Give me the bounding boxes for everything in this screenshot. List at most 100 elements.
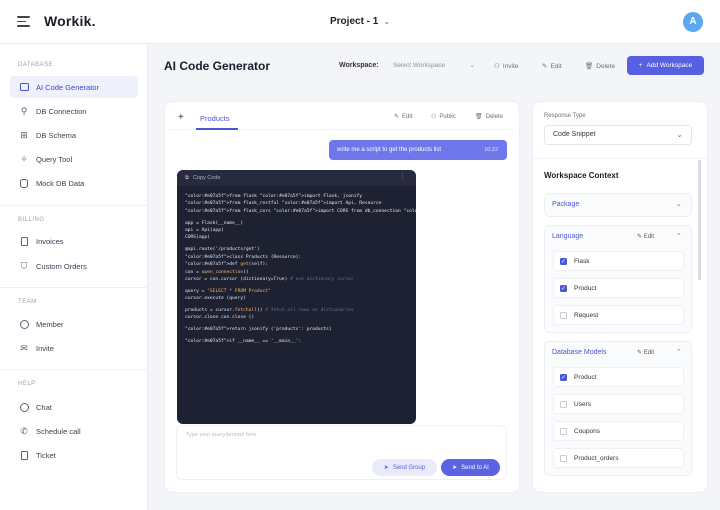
- code-line: "color:#e07a5f">class Products (Resource…: [185, 254, 302, 260]
- phone-icon: ✆: [20, 425, 28, 436]
- sidebar-item-db-schema[interactable]: ⊞ DB Schema: [10, 124, 138, 146]
- code-line: "color:#e07a5f">if __name__ == '__main__…: [185, 339, 302, 345]
- sidebar-item-query-tool[interactable]: ✧ Query Tool: [10, 148, 138, 170]
- connection-icon: ⚲: [20, 105, 28, 116]
- copy-code-button[interactable]: Copy Code: [193, 175, 221, 181]
- sidebar-section-team: TEAM: [18, 299, 37, 305]
- more-icon[interactable]: ⋮: [399, 172, 406, 180]
- checkbox[interactable]: ✓: [560, 373, 567, 381]
- context-scrollbar[interactable]: [698, 160, 701, 280]
- sidebar-item-chat[interactable]: Chat: [10, 396, 138, 418]
- sidebar-item-member[interactable]: Member: [10, 313, 138, 335]
- invoice-icon: [19, 236, 29, 246]
- chevron-up-icon[interactable]: ⌃: [676, 348, 682, 356]
- language-edit-button[interactable]: ✎ Edit: [637, 233, 654, 240]
- delete-workspace-button[interactable]: 🗑 Delete: [585, 58, 615, 74]
- copy-icon[interactable]: ⧉: [185, 175, 189, 182]
- user-message-text: write me a script to get the products li…: [337, 147, 442, 153]
- chevron-down-icon: ⌄: [383, 17, 391, 26]
- send-group-label: Send Group: [392, 464, 426, 471]
- code-line: cursor.close con.close (): [185, 315, 255, 321]
- sidebar-divider: [0, 369, 148, 370]
- delete-chat-button[interactable]: 🗑 Delete: [475, 113, 503, 121]
- code-line: "color:#e07a5f">from flask "color:#e07a5…: [185, 194, 363, 199]
- response-type-label: Response Type: [544, 113, 586, 119]
- sidebar-item-invite[interactable]: ✉ Invite: [10, 337, 138, 359]
- trash-icon: 🗑: [475, 114, 483, 120]
- response-type-value: Code Snippet: [553, 131, 596, 138]
- send-icon: ➤: [452, 465, 458, 471]
- chevron-up-icon[interactable]: ⌃: [676, 232, 682, 240]
- public-button[interactable]: ⚇ Public: [431, 113, 456, 121]
- project-name: Project - 1: [330, 16, 379, 27]
- model-option-users[interactable]: Users: [553, 394, 684, 414]
- menu-icon[interactable]: [17, 16, 30, 30]
- message-time: 10:22: [484, 147, 498, 153]
- workspace-select[interactable]: Select Workspace ⌄: [386, 56, 482, 76]
- panel-divider: [532, 158, 708, 159]
- sidebar-divider: [0, 205, 148, 206]
- option-label: Product_orders: [574, 454, 619, 462]
- model-option-coupons[interactable]: Coupons: [553, 421, 684, 441]
- chat-icon: [19, 402, 29, 412]
- package-label: Package: [552, 201, 580, 208]
- code-block: ⧉ Copy Code ⋮ "color:#e07a5f">from flask…: [177, 170, 416, 424]
- new-tab-button[interactable]: +: [178, 112, 184, 123]
- sidebar-item-schedule-call[interactable]: ✆ Schedule call: [10, 420, 138, 442]
- sidebar-item-custom-orders[interactable]: ⛉ Custom Orders: [10, 255, 138, 277]
- checkbox[interactable]: [560, 427, 567, 435]
- language-option-product[interactable]: ✓ Product: [553, 278, 684, 298]
- sidebar-item-label: Mock DB Data: [36, 178, 85, 188]
- sidebar-item-invoices[interactable]: Invoices: [10, 230, 138, 252]
- tab-products[interactable]: Products: [200, 114, 230, 123]
- plus-icon: +: [638, 62, 643, 69]
- send-to-ai-button[interactable]: ➤ Send to AI: [441, 459, 500, 476]
- ticket-icon: [19, 450, 29, 460]
- checkbox[interactable]: [560, 311, 567, 319]
- sidebar-item-mock-db-data[interactable]: Mock DB Data: [10, 172, 138, 194]
- model-option-product-orders[interactable]: Product_orders: [553, 448, 684, 468]
- checkbox[interactable]: ✓: [560, 284, 567, 292]
- database-models-edit-button[interactable]: ✎ Edit: [637, 349, 654, 356]
- edit-chat-button[interactable]: ✎ Edit: [394, 113, 413, 121]
- sidebar-item-ticket[interactable]: Ticket: [10, 444, 138, 466]
- project-selector[interactable]: Project - 1 ⌄: [330, 16, 390, 27]
- option-label: Users: [574, 400, 591, 408]
- language-label: Language: [552, 233, 584, 240]
- edit-workspace-button[interactable]: ✎ Edit: [542, 58, 562, 74]
- trash-icon: 🗑: [585, 63, 594, 70]
- code-line: products = cursor.fetchall() # fetch all…: [185, 308, 354, 314]
- edit-label: Edit: [402, 113, 413, 120]
- avatar[interactable]: A: [683, 12, 703, 32]
- option-label: Request: [574, 311, 599, 319]
- workspace-context-title: Workspace Context: [544, 171, 619, 180]
- send-group-button[interactable]: ➤ Send Group: [372, 459, 437, 476]
- checkbox[interactable]: [560, 454, 567, 462]
- edit-label: Edit: [550, 62, 562, 70]
- code-line: con = open_connection(): [185, 269, 249, 275]
- invite-button[interactable]: ⚇ Invite: [494, 58, 518, 74]
- language-option-request[interactable]: Request: [553, 305, 684, 325]
- response-type-select[interactable]: Code Snippet ⌄: [544, 125, 692, 145]
- language-option-flask[interactable]: ✓ Flask: [553, 251, 684, 271]
- checkbox[interactable]: ✓: [560, 257, 567, 265]
- code-generator-icon: [19, 82, 29, 92]
- sidebar-item-label: AI Code Generator: [36, 82, 99, 92]
- code-line: app = Flask(__name__): [185, 220, 244, 226]
- top-bar: Workik. Project - 1 ⌄ A: [0, 0, 720, 44]
- checkbox[interactable]: [560, 400, 567, 408]
- add-workspace-button[interactable]: + Add Workspace: [627, 56, 704, 75]
- chevron-down-icon[interactable]: ⌄: [676, 200, 682, 208]
- code-body: "color:#e07a5f">from flask "color:#e07a5…: [177, 186, 416, 353]
- model-option-product[interactable]: ✓ Product: [553, 367, 684, 387]
- code-line: cursor.execute (query): [185, 296, 246, 302]
- sidebar-item-db-connection[interactable]: ⚲ DB Connection: [10, 100, 138, 122]
- code-line: "color:#e07a5f">return jsonify ('product…: [185, 327, 332, 333]
- sidebar-item-label: Query Tool: [36, 154, 73, 164]
- page-title: AI Code Generator: [164, 59, 271, 73]
- app-logo[interactable]: Workik.: [44, 13, 96, 29]
- prompt-input-placeholder: Type your query/prompt here: [186, 432, 257, 438]
- sidebar-item-ai-code-generator[interactable]: AI Code Generator: [10, 76, 138, 98]
- users-icon: ⚇: [431, 114, 437, 120]
- bag-icon: ⛉: [20, 260, 28, 271]
